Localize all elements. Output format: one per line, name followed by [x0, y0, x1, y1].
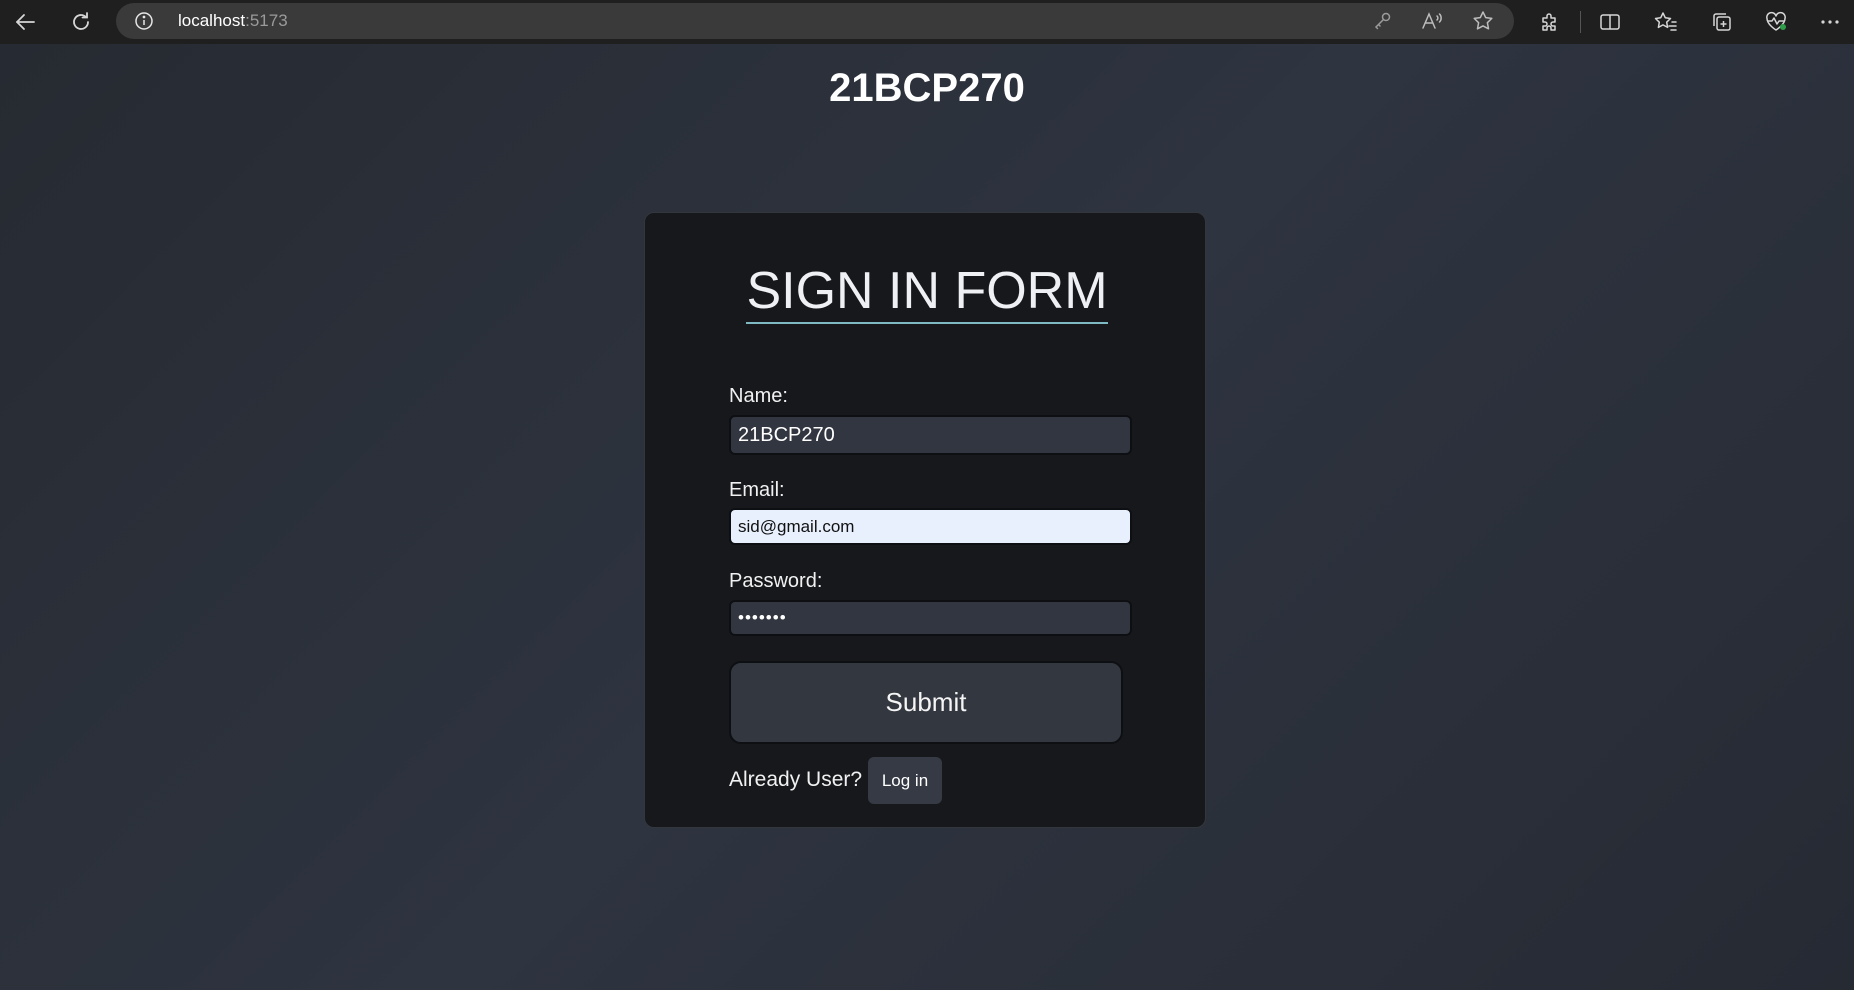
refresh-button[interactable] [64, 6, 98, 38]
puzzle-icon [1542, 13, 1556, 31]
refresh-icon [73, 12, 89, 30]
info-icon [135, 12, 153, 30]
already-user-text: Already User? [729, 768, 863, 791]
heart-pulse-icon [1766, 11, 1786, 31]
form-title: SIGN IN FORM [0, 262, 1854, 324]
form-title-text: SIGN IN FORM [746, 262, 1108, 324]
password-manager-button[interactable] [1372, 10, 1394, 32]
favorites-button[interactable] [1654, 10, 1678, 34]
log-in-button[interactable]: Log in [868, 757, 942, 804]
url-text[interactable]: localhost:5173 [178, 3, 288, 39]
email-input[interactable] [729, 508, 1132, 545]
read-aloud-button[interactable] [1421, 10, 1443, 32]
more-menu-button[interactable] [1818, 10, 1842, 34]
password-input[interactable] [729, 600, 1132, 636]
split-screen-icon [1600, 14, 1620, 30]
back-button[interactable] [8, 6, 42, 38]
star-icon [1473, 11, 1493, 30]
favorite-button[interactable] [1472, 10, 1494, 32]
url-host: localhost [178, 11, 246, 30]
password-label: Password: [729, 570, 823, 592]
read-aloud-icon [1422, 12, 1442, 29]
toolbar-separator [1580, 11, 1581, 33]
collections-button[interactable] [1710, 10, 1734, 34]
more-icon [1821, 20, 1839, 24]
back-arrow-icon [16, 14, 35, 30]
name-label: Name: [729, 385, 788, 407]
address-bar[interactable]: localhost:5173 [116, 3, 1514, 39]
extensions-button[interactable] [1538, 10, 1562, 34]
split-screen-button[interactable] [1598, 10, 1622, 34]
key-icon [1374, 12, 1391, 30]
submit-button[interactable]: Submit [729, 661, 1123, 744]
browser-essentials-button[interactable] [1764, 10, 1788, 34]
page-heading: 21BCP270 [829, 66, 1025, 110]
email-label: Email: [729, 479, 785, 501]
favorites-icon [1654, 12, 1677, 31]
name-input[interactable] [729, 415, 1132, 455]
collections-icon [1713, 13, 1731, 31]
site-info-button[interactable] [134, 11, 154, 31]
url-port: :5173 [245, 11, 288, 30]
browser-toolbar: localhost:5173 [0, 0, 1854, 44]
